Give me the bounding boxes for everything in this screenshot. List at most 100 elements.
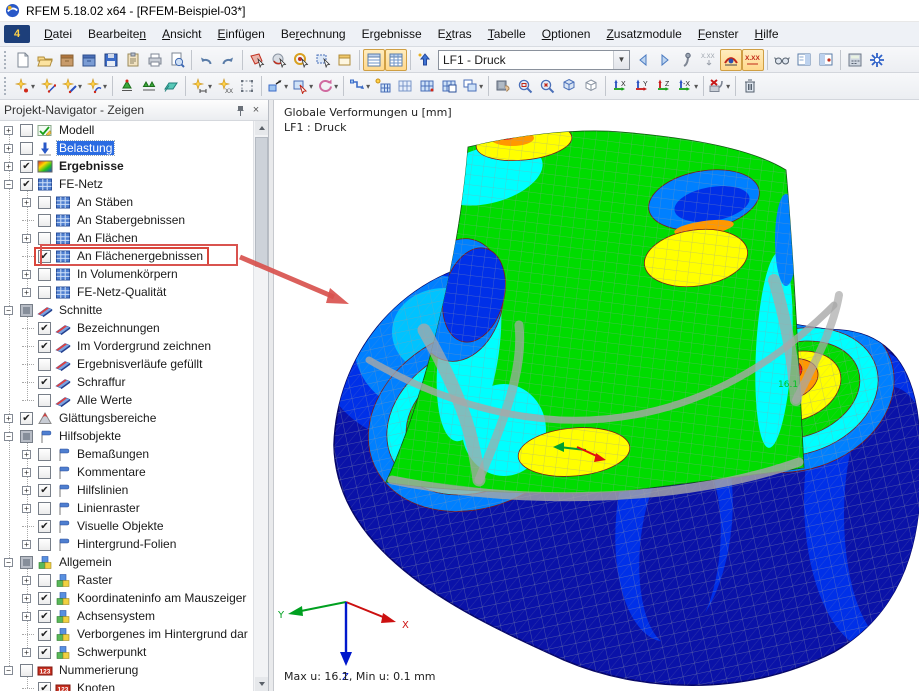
surface-new-button[interactable] [160, 75, 182, 97]
checkbox-unchecked[interactable] [20, 664, 33, 677]
dropdown-caret-icon[interactable]: ▾ [726, 82, 730, 91]
view-z-button[interactable]: Z [653, 75, 675, 97]
view-y-button[interactable]: Y [631, 75, 653, 97]
dropdown-caret-icon[interactable]: ▾ [78, 82, 82, 91]
project-box-button[interactable] [78, 49, 100, 71]
generate-mesh-button[interactable] [372, 75, 394, 97]
printer-button[interactable] [144, 49, 166, 71]
show-results-button[interactable] [720, 49, 742, 71]
tree-item-label[interactable]: Hilfslinien [75, 483, 130, 497]
tree-item-label[interactable]: Modell [57, 123, 96, 137]
arc-new-button[interactable]: ▾ [84, 75, 109, 97]
collapse-icon[interactable]: − [4, 180, 13, 189]
tree-item-label[interactable]: Schraffur [75, 375, 127, 389]
checkbox-checked[interactable]: ✔ [38, 646, 51, 659]
line-new-button[interactable] [37, 75, 59, 97]
print-preview-button[interactable] [166, 49, 188, 71]
view-x-button[interactable]: X [609, 75, 631, 97]
undo-button[interactable] [195, 49, 217, 71]
support-line-button[interactable] [138, 75, 160, 97]
zoom-window-button[interactable] [514, 75, 536, 97]
close-icon[interactable]: × [248, 103, 264, 118]
tree-item-label[interactable]: Glättungsbereiche [57, 411, 158, 425]
tree-item-label[interactable]: An Stäben [75, 195, 135, 209]
scrollbar-thumb[interactable] [255, 137, 268, 267]
checkbox-unchecked[interactable] [38, 358, 51, 371]
tree-item-label[interactable]: An Stabergebnissen [75, 213, 187, 227]
tree-item-verborgenes-im-hintergrund-dar[interactable]: ✔ Verborgenes im Hintergrund dar [0, 625, 253, 643]
tree-item-label[interactable]: Schnitte [57, 303, 104, 317]
checkbox-unchecked[interactable] [20, 142, 33, 155]
mesh-window-button[interactable] [438, 75, 460, 97]
menu-einfügen[interactable]: Einfügen [209, 24, 272, 44]
calculator-button[interactable] [844, 49, 866, 71]
combobox-dropdown-icon[interactable]: ▼ [613, 51, 629, 69]
tree-item-label[interactable]: FE-Netz-Qualität [75, 285, 168, 299]
prev-case-button[interactable] [632, 49, 654, 71]
tree-item-label[interactable]: Kommentare [75, 465, 148, 479]
scroll-up-arrow-icon[interactable] [255, 121, 268, 135]
tree-item-modell[interactable]: +Modell [0, 121, 253, 139]
tree-item-in-volumenkörpern[interactable]: +In Volumenkörpern [0, 265, 253, 283]
mesh-a-button[interactable] [394, 75, 416, 97]
tree-item-label[interactable]: Alle Werte [75, 393, 134, 407]
tree-item-fe-netz[interactable]: −✔FE-Netz [0, 175, 253, 193]
glasses-button[interactable] [771, 49, 793, 71]
table-list-button[interactable] [363, 49, 385, 71]
menu-ansicht[interactable]: Ansicht [154, 24, 209, 44]
dropdown-caret-icon[interactable]: ▾ [479, 82, 483, 91]
member-new-button[interactable]: ▾ [59, 75, 84, 97]
checkbox-unchecked[interactable] [38, 232, 51, 245]
tree-item-belastung[interactable]: +Belastung [0, 139, 253, 157]
tree-item-label[interactable]: Linienraster [75, 501, 142, 515]
tree-item-label[interactable]: Im Vordergrund zeichnen [75, 339, 213, 353]
tree-item-nummerierung[interactable]: −123Nummerierung [0, 661, 253, 679]
expand-icon[interactable]: + [4, 414, 13, 423]
tree-item-alle-werte[interactable]: Alle Werte [0, 391, 253, 409]
expand-icon[interactable]: + [22, 486, 31, 495]
tree-item-glättungsbereiche[interactable]: +✔Glättungsbereiche [0, 409, 253, 427]
tree-item-label[interactable]: Knoten [75, 681, 117, 691]
new-window-button[interactable] [334, 49, 356, 71]
checkbox-unchecked[interactable] [20, 124, 33, 137]
tree-item-koordinateninfo-am-mauszeiger[interactable]: +✔Koordinateninfo am Mauszeiger [0, 589, 253, 607]
dimension-button[interactable]: ▾ [189, 75, 214, 97]
tree-item-an-stabergebnissen[interactable]: An Stabergebnissen [0, 211, 253, 229]
checkbox-partial[interactable] [20, 556, 33, 569]
result-pointer-button[interactable] [676, 49, 698, 71]
tree-scrollbar[interactable] [253, 121, 268, 691]
select-region-button[interactable] [246, 49, 268, 71]
toolbar-gripper[interactable] [4, 51, 8, 69]
collapse-icon[interactable]: − [4, 666, 13, 675]
tree-item-hintergrund-folien[interactable]: + Hintergrund-Folien [0, 535, 253, 553]
fea-model-svg[interactable]: 16.1 Y X Z [274, 100, 919, 691]
expand-icon[interactable]: + [22, 288, 31, 297]
checkbox-checked[interactable]: ✔ [38, 610, 51, 623]
collapse-icon[interactable]: − [4, 306, 13, 315]
tree-item-label[interactable]: Hintergrund-Folien [75, 537, 178, 551]
tree-item-label[interactable]: An Flächen [75, 231, 140, 245]
save-floppy-button[interactable] [100, 49, 122, 71]
values-gray-button[interactable]: X.XX [698, 49, 720, 71]
tree-item-label[interactable]: Nummerierung [57, 663, 140, 677]
tree-item-hilfslinien[interactable]: +✔Hilfslinien [0, 481, 253, 499]
menu-hilfe[interactable]: Hilfe [747, 24, 787, 44]
next-case-button[interactable] [654, 49, 676, 71]
checkbox-unchecked[interactable] [38, 286, 51, 299]
collapse-icon[interactable]: − [4, 558, 13, 567]
tree-item-label[interactable]: Verborgenes im Hintergrund dar [75, 627, 250, 641]
mesh-b-button[interactable] [416, 75, 438, 97]
tree-item-visuelle-objekte[interactable]: ✔Visuelle Objekte [0, 517, 253, 535]
checkbox-checked[interactable]: ✔ [38, 628, 51, 641]
pick-window-button[interactable] [312, 49, 334, 71]
tree-item-kommentare[interactable]: +Kommentare [0, 463, 253, 481]
tree-item-label[interactable]: Belastung [57, 141, 114, 155]
dropdown-caret-icon[interactable]: ▾ [309, 82, 313, 91]
tree-item-schnitte[interactable]: − Schnitte [0, 301, 253, 319]
dropdown-caret-icon[interactable]: ▾ [334, 82, 338, 91]
import-up-button[interactable] [414, 49, 436, 71]
expand-icon[interactable]: + [4, 162, 13, 171]
expand-icon[interactable]: + [22, 540, 31, 549]
orbit-view-button[interactable] [290, 49, 312, 71]
tree-item-allgemein[interactable]: −Allgemein [0, 553, 253, 571]
